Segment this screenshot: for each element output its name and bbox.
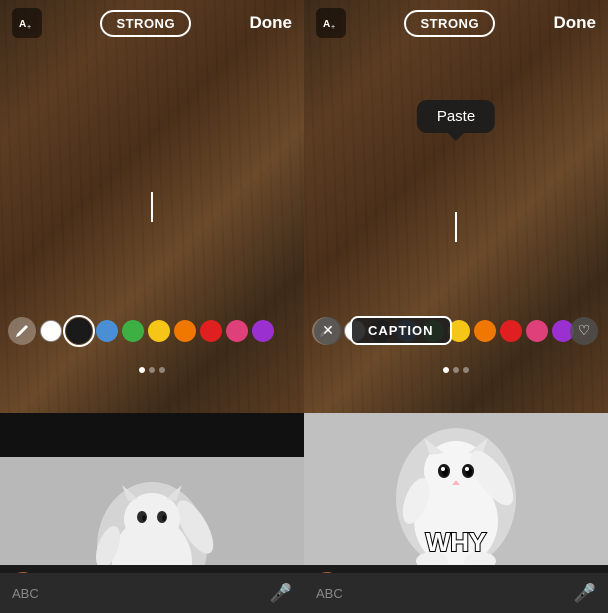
caption-button[interactable]: CAPTION: [350, 316, 452, 345]
dot-1: [139, 367, 145, 373]
caption-action-row: ✕ CAPTION ♡: [304, 308, 608, 353]
style-button-left[interactable]: STRONG: [100, 10, 191, 37]
svg-text:+: +: [27, 24, 31, 31]
done-button-left[interactable]: Done: [250, 13, 293, 33]
svg-text:A: A: [323, 19, 330, 30]
pencil-icon-left[interactable]: [8, 317, 36, 345]
style-button-right[interactable]: STRONG: [404, 10, 495, 37]
rdot-3: [463, 367, 469, 373]
dot-3: [159, 367, 165, 373]
heart-button[interactable]: ♡: [570, 317, 598, 345]
close-button[interactable]: ✕: [314, 317, 342, 345]
left-keyboard-hint: ABC 🎤: [0, 573, 304, 613]
rdot-1: [443, 367, 449, 373]
color-yellow-left[interactable]: [148, 320, 170, 342]
color-black-left[interactable]: [66, 318, 92, 344]
svg-text:WHY: WHY: [426, 527, 487, 557]
paste-popup[interactable]: Paste: [417, 100, 495, 133]
right-abc-label: ABC: [316, 586, 343, 601]
left-editor-area: A + STRONG Done: [0, 0, 304, 413]
color-pink-left[interactable]: [226, 320, 248, 342]
text-cursor-left: [151, 192, 153, 222]
right-keyboard-hint: ABC 🎤: [304, 573, 608, 613]
color-red-left[interactable]: [200, 320, 222, 342]
rdot-2: [453, 367, 459, 373]
svg-text:+: +: [331, 24, 335, 31]
left-abc-label: ABC: [12, 586, 39, 601]
right-cat-svg: WHY: [304, 413, 608, 565]
color-green-left[interactable]: [122, 320, 144, 342]
right-gif-image: WHY: [304, 413, 608, 565]
color-blue-left[interactable]: [96, 320, 118, 342]
done-button-right[interactable]: Done: [554, 13, 597, 33]
text-cursor-right: [455, 212, 457, 242]
dot-2: [149, 367, 155, 373]
color-orange-left[interactable]: [174, 320, 196, 342]
svg-text:A: A: [19, 19, 26, 30]
text-size-button-left[interactable]: A +: [12, 8, 42, 38]
right-panel: A + STRONG Done Paste: [304, 0, 608, 613]
text-size-button-right[interactable]: A +: [316, 8, 346, 38]
right-mic-icon[interactable]: 🎤: [574, 583, 596, 604]
left-indicator-dots: [0, 367, 304, 373]
right-indicator-dots: [304, 367, 608, 373]
left-panel: A + STRONG Done: [0, 0, 304, 613]
left-color-palette: [0, 309, 304, 353]
color-white-left[interactable]: [40, 320, 62, 342]
paste-label: Paste: [437, 108, 475, 125]
left-top-bar: A + STRONG Done: [0, 0, 304, 46]
right-top-bar: A + STRONG Done: [304, 0, 608, 46]
color-purple-left[interactable]: [252, 320, 274, 342]
left-mic-icon[interactable]: 🎤: [270, 583, 292, 604]
right-editor-area: A + STRONG Done Paste: [304, 0, 608, 413]
